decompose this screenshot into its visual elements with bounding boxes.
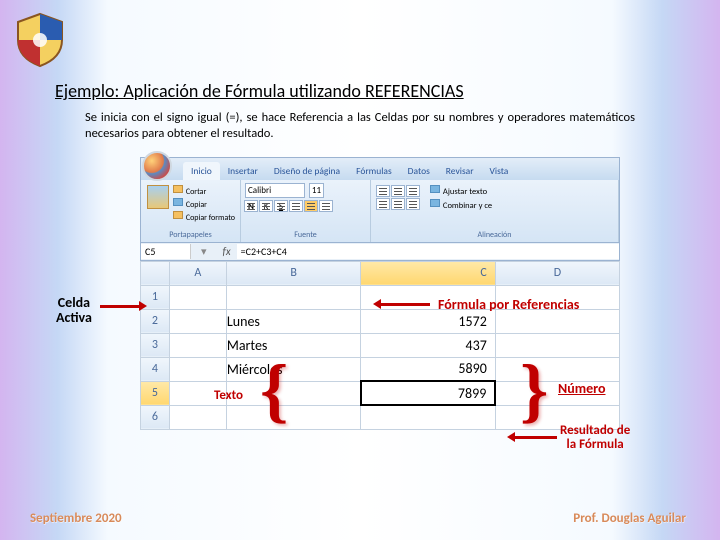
- group-label: Portapapeles: [144, 230, 237, 240]
- slide-subtitle: Se inicia con el signo igual (=), se hac…: [85, 110, 635, 143]
- callout-celda-activa: Celda Activa: [56, 295, 92, 326]
- size-selector: 11: [309, 183, 324, 198]
- formula-bar: C5 ▾ fx =C2+C3+C4: [140, 243, 620, 261]
- cell: Miércoles: [226, 357, 360, 381]
- ribbon-tab: Vista: [482, 162, 517, 180]
- ribbon-tab: Fórmulas: [348, 162, 400, 180]
- group-label: Alineación: [374, 230, 615, 240]
- school-shield-logo: [10, 10, 70, 70]
- footer-author: Prof. Douglas Aguilar: [573, 511, 686, 526]
- brace-left-icon: {: [260, 360, 288, 420]
- format-painter-icon: [173, 211, 183, 219]
- cut-label: Cortar: [186, 187, 206, 197]
- copy-icon: [173, 198, 183, 206]
- callout-numero: Número: [558, 380, 606, 397]
- arrow-icon: [515, 436, 557, 439]
- cell: Lunes: [226, 309, 360, 333]
- ribbon-tab: Diseño de página: [266, 162, 348, 180]
- ribbon-tab: Insertar: [220, 162, 266, 180]
- border-icon: [289, 200, 303, 212]
- name-box: C5: [141, 244, 191, 259]
- font-color-icon: [319, 200, 333, 212]
- paste-icon: [147, 185, 169, 209]
- row-header: 6: [141, 405, 170, 429]
- row-header: 2: [141, 309, 170, 333]
- col-header: C: [361, 261, 495, 285]
- fill-icon: [304, 200, 318, 212]
- wrap-icon: [430, 185, 440, 193]
- ribbon-tab: Revisar: [438, 162, 482, 180]
- cell: 437: [361, 333, 495, 357]
- row-header: 5: [141, 381, 170, 405]
- row-header: 4: [141, 357, 170, 381]
- col-header: A: [169, 261, 226, 285]
- cell: Martes: [226, 333, 360, 357]
- group-label: Fuente: [244, 230, 367, 240]
- formula-input: =C2+C3+C4: [237, 244, 619, 259]
- font-selector: Calibri: [245, 183, 305, 198]
- copy-label: Copiar: [186, 200, 207, 210]
- row-header: 3: [141, 333, 170, 357]
- format-label: Copiar formato: [186, 213, 235, 223]
- slide-title: Ejemplo: Aplicación de Fórmula utilizand…: [55, 80, 665, 102]
- wrap-label: Ajustar texto: [443, 187, 487, 197]
- merge-icon: [430, 199, 440, 207]
- cell: 5890: [361, 357, 495, 381]
- callout-resultado: Resultado de la Fórmula: [560, 424, 630, 453]
- footer-date: Septiembre 2020: [30, 511, 122, 526]
- callout-texto: Texto: [214, 388, 243, 403]
- fx-icon: fx: [217, 245, 237, 258]
- office-button-icon: [142, 151, 172, 181]
- arrow-icon: [100, 305, 140, 308]
- ribbon-tab: Datos: [400, 162, 438, 180]
- excel-ribbon: Inicio Insertar Diseño de página Fórmula…: [140, 157, 620, 243]
- col-header: D: [495, 261, 619, 285]
- active-cell: 7899: [361, 381, 495, 405]
- excel-screenshot: Inicio Insertar Diseño de página Fórmula…: [80, 157, 640, 430]
- col-header: B: [226, 261, 360, 285]
- ribbon-tab-inicio: Inicio: [183, 162, 220, 180]
- cut-icon: [173, 185, 183, 193]
- merge-label: Combinar y ce: [443, 201, 492, 211]
- brace-right-icon: }: [520, 360, 548, 420]
- callout-formula: Fórmula por Referencias: [438, 296, 579, 313]
